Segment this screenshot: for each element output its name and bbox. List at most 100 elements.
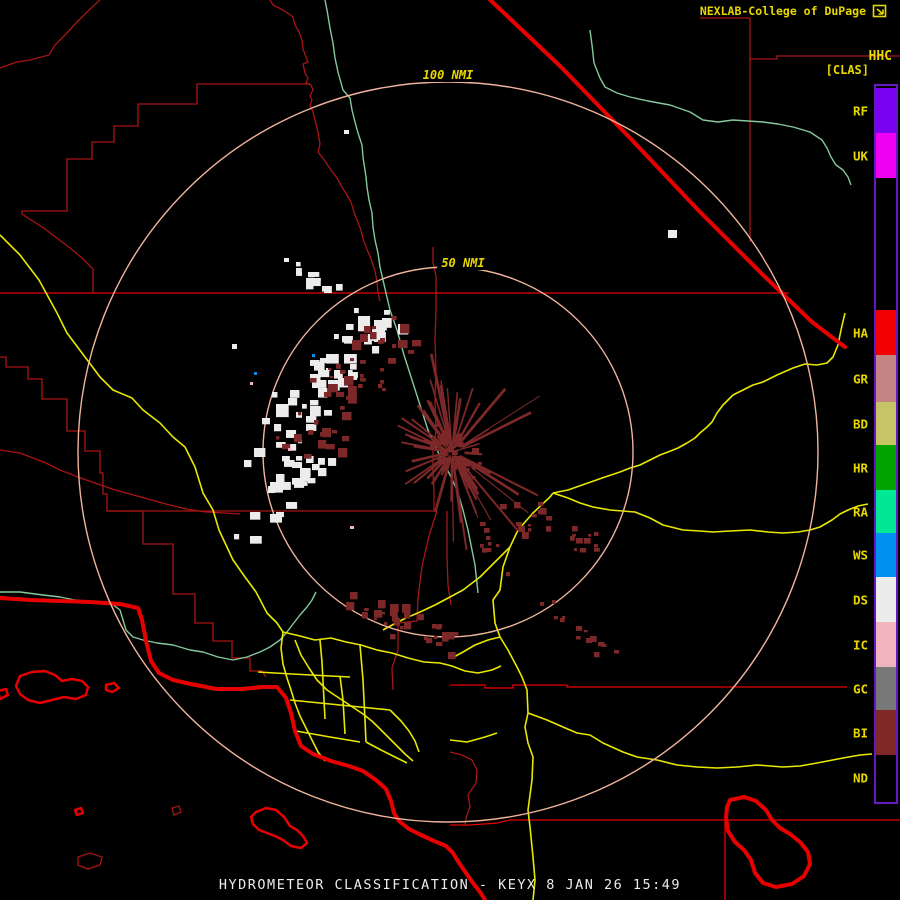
external-link-icon (872, 4, 887, 18)
echo-pixel (262, 418, 270, 425)
echo-pixel (344, 130, 349, 134)
echo-pixel (438, 624, 443, 629)
echo-pixel (378, 600, 386, 609)
echo-pixel (360, 360, 366, 364)
echo-pixel (324, 410, 332, 416)
echo-pixel (244, 460, 252, 468)
echo-pixel (274, 424, 282, 432)
radar-display: NEXLAB-College of DuPage HHC [CLAS] 100 … (0, 0, 900, 900)
legend-label-GR: GR (852, 371, 868, 386)
echo-pixel (348, 386, 357, 395)
echo-pixel (436, 642, 443, 647)
echo-pixel (296, 268, 302, 274)
echo-pixel (276, 436, 280, 440)
echo-pixel (390, 634, 396, 640)
echo-pixel (302, 482, 308, 486)
echo-pixel (546, 516, 553, 521)
legend-segment-ND (876, 755, 896, 800)
legend-label-WS: WS (852, 547, 868, 563)
echo-pixel (380, 368, 384, 372)
echo-pixel (296, 456, 303, 461)
legend-segment-UK (876, 133, 896, 178)
echo-pixel (594, 532, 599, 536)
legend-label-BI: BI (852, 725, 868, 740)
echo-pixel (312, 354, 315, 357)
echo-pixel (486, 536, 491, 541)
echo-pixel (518, 526, 525, 533)
echo-pixel (554, 616, 558, 620)
echo-pixel (408, 350, 415, 354)
echo-pixel (594, 544, 599, 548)
echo-pixel (388, 358, 397, 364)
echo-pixel (602, 644, 607, 647)
echo-pixel (358, 384, 363, 389)
echo-pixel (562, 616, 566, 619)
echo-pixel (572, 534, 576, 537)
echo-pixel (382, 612, 386, 615)
legend-label-RA: RA (852, 504, 868, 519)
ring-label-100nmi: 100 NMI (418, 68, 478, 82)
echo-pixel (324, 392, 332, 397)
echo-pixel (538, 502, 544, 507)
echo-pixel (254, 448, 266, 458)
legend-label-UK: UK (852, 148, 868, 163)
echo-pixel (346, 602, 355, 611)
echo-pixel (404, 622, 412, 630)
legend-segment-BD (876, 402, 896, 445)
echo-pixel (272, 392, 278, 398)
echo-pixel (480, 522, 486, 526)
legend-segment-HR (876, 445, 896, 490)
echo-pixel (338, 448, 348, 458)
echo-pixel (506, 572, 511, 577)
echo-pixel (580, 548, 587, 553)
echo-pixel (354, 308, 359, 314)
echo-pixel (288, 448, 291, 451)
highway-lines (0, 234, 873, 900)
echo-pixel (412, 340, 422, 347)
echo-pixel (594, 652, 600, 658)
legend-label-HA: HA (852, 325, 868, 340)
legend-label-GC: GC (852, 681, 868, 696)
echo-pixel (342, 436, 350, 442)
echo-pixel (310, 406, 321, 417)
legend-label-DS: DS (852, 592, 868, 607)
echo-pixel (250, 536, 262, 544)
legend-segment-GC (876, 667, 896, 710)
echo-pixel (400, 626, 404, 630)
echo-pixel (358, 316, 371, 327)
legend-segment-HA (876, 310, 896, 355)
echo-pixel (324, 286, 332, 294)
legend-segment-BI (876, 710, 896, 755)
echo-pixel (300, 468, 311, 478)
echo-pixel (290, 400, 297, 406)
echo-pixel (234, 534, 240, 540)
echo-pixel (336, 364, 341, 369)
echo-pixel (540, 602, 545, 606)
echo-pixel (306, 278, 313, 283)
echo-pixel (432, 624, 438, 629)
echo-pixel (334, 334, 339, 340)
ring-label-50nmi: 50 NMI (437, 256, 489, 270)
echo-pixel (276, 404, 289, 418)
echo-pixel (390, 608, 398, 617)
echo-pixel (364, 608, 369, 611)
echo-pixel (552, 600, 556, 605)
echo-pixel (576, 538, 583, 544)
echo-pixel (392, 344, 397, 349)
echo-pixel (528, 524, 532, 527)
echo-pixel (574, 548, 578, 552)
echo-pixel (374, 618, 378, 621)
echo-pixel (384, 622, 388, 626)
echo-pixel (322, 428, 332, 438)
echo-pixel (250, 512, 261, 520)
echo-pixel (276, 474, 285, 484)
echo-pixel (402, 604, 411, 613)
echo-pixel (360, 334, 368, 342)
echo-pixel (350, 358, 355, 362)
echo-pixel (310, 378, 317, 383)
echo-pixel (328, 368, 332, 371)
echo-pixel (372, 326, 377, 330)
echo-pixel (400, 324, 410, 334)
echo-pixel (398, 340, 408, 349)
echo-pixel (330, 376, 334, 379)
